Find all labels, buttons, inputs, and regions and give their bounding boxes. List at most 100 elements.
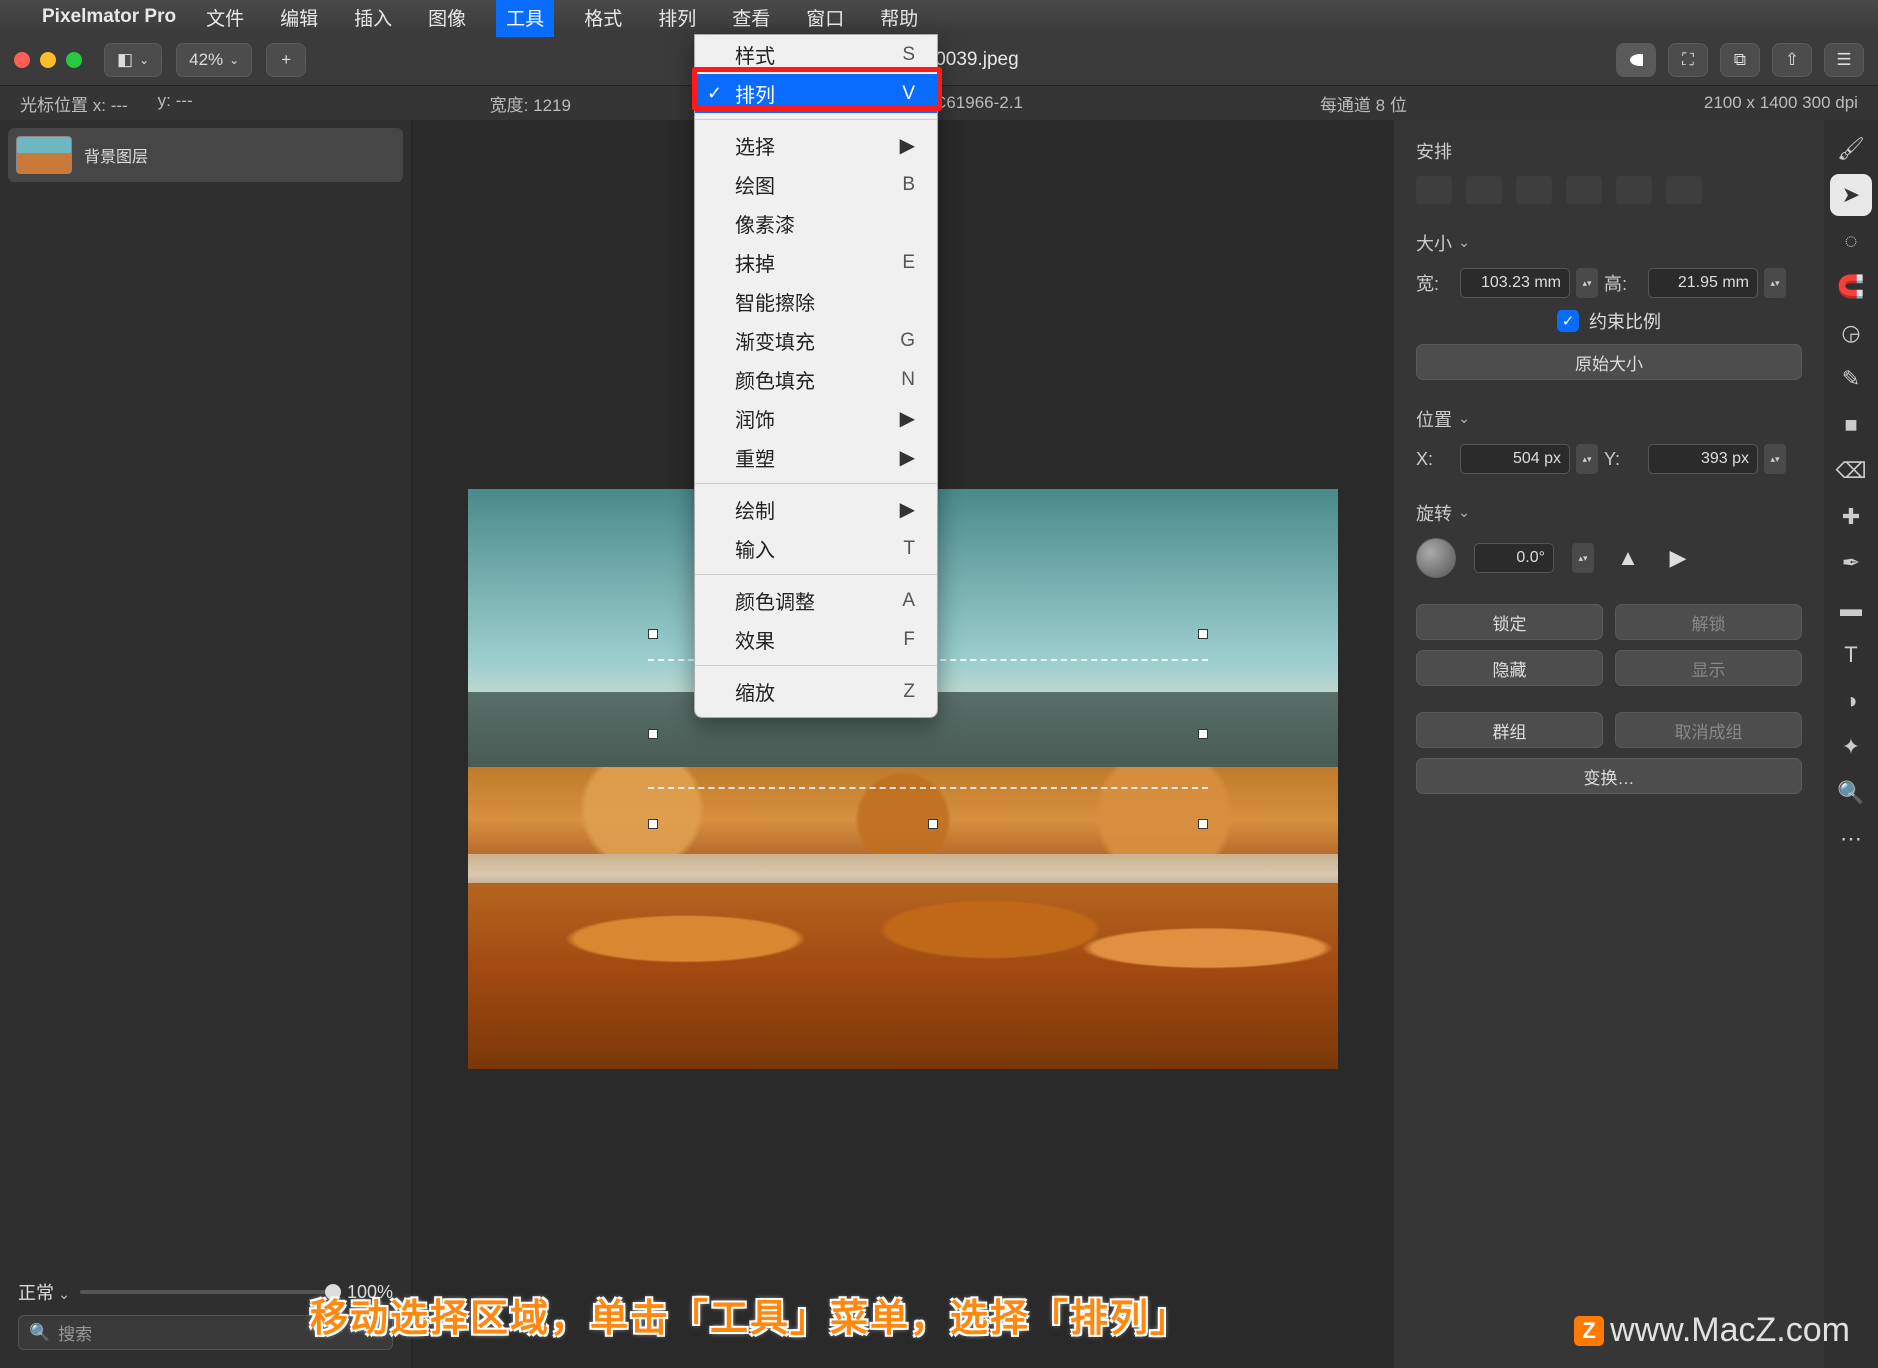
rotate-title[interactable]: 旋转 — [1416, 500, 1802, 526]
handle-top-right[interactable] — [1198, 629, 1208, 639]
dropdown-item-像素漆[interactable]: 像素漆 — [695, 204, 937, 243]
handle-mid-left[interactable] — [648, 729, 658, 739]
menu-insert[interactable]: 插入 — [348, 0, 398, 35]
flip-vertical-icon[interactable]: ▶ — [1662, 544, 1694, 572]
width-field[interactable]: 103.23 mm — [1460, 268, 1570, 298]
y-stepper[interactable]: ▴▾ — [1764, 444, 1786, 474]
dropdown-item-颜色填充[interactable]: 颜色填充N — [695, 360, 937, 399]
cursor-x-value: --- — [111, 96, 128, 115]
ungroup-button[interactable]: 取消成组 — [1615, 712, 1802, 748]
heal-tool-icon[interactable]: ✚ — [1830, 496, 1872, 538]
align-center-button[interactable] — [1466, 176, 1502, 204]
menu-view[interactable]: 查看 — [726, 0, 776, 35]
width-stepper[interactable]: ▴▾ — [1576, 268, 1598, 298]
handle-bot-mid[interactable] — [928, 819, 938, 829]
align-right-button[interactable] — [1516, 176, 1552, 204]
settings-button[interactable]: ☰ — [1824, 43, 1864, 77]
dropdown-item-颜色调整[interactable]: 颜色调整A — [695, 581, 937, 620]
dropdown-item-渐变填充[interactable]: 渐变填充G — [695, 321, 937, 360]
zoom-tool-icon[interactable]: 🔍 — [1830, 772, 1872, 814]
rotation-knob[interactable] — [1416, 538, 1456, 578]
constrain-checkbox[interactable]: ✓ — [1557, 310, 1579, 332]
angle-field[interactable]: 0.0° — [1474, 543, 1554, 573]
fill-tool-icon[interactable]: ■ — [1830, 404, 1872, 446]
dropdown-item-缩放[interactable]: 缩放Z — [695, 672, 937, 711]
height-field[interactable]: 21.95 mm — [1648, 268, 1758, 298]
text-tool-icon[interactable]: T — [1830, 634, 1872, 676]
size-title[interactable]: 大小 — [1416, 230, 1802, 256]
position-title[interactable]: 位置 — [1416, 406, 1802, 432]
x-stepper[interactable]: ▴▾ — [1576, 444, 1598, 474]
menu-tools[interactable]: 工具 — [496, 0, 554, 37]
crop-button[interactable]: ⛶ — [1668, 43, 1708, 77]
styles-tool-icon[interactable]: 🖌 — [1830, 128, 1872, 170]
zoom-dropdown[interactable]: 42%⌄ — [176, 43, 252, 77]
opacity-slider[interactable] — [80, 1290, 337, 1294]
dropdown-item-绘制[interactable]: 绘制▶ — [695, 490, 937, 529]
add-button[interactable]: + — [266, 43, 306, 77]
group-button[interactable]: 群组 — [1416, 712, 1603, 748]
dropdown-item-样式[interactable]: 样式S — [695, 35, 937, 74]
dropdown-item-智能擦除[interactable]: 智能擦除 — [695, 282, 937, 321]
dropdown-item-输入[interactable]: 输入T — [695, 529, 937, 568]
layer-row[interactable]: 背景图层 — [8, 128, 403, 182]
color-adjust-tool-icon[interactable]: ◑ — [1830, 680, 1872, 722]
dropdown-item-抹掉[interactable]: 抹掉E — [695, 243, 937, 282]
more-tools-icon[interactable]: ⋯ — [1830, 818, 1872, 860]
unlock-button[interactable]: 解锁 — [1615, 604, 1802, 640]
align-left-button[interactable] — [1416, 176, 1452, 204]
shape-tool-icon[interactable]: ▬ — [1830, 588, 1872, 630]
handle-mid-right[interactable] — [1198, 729, 1208, 739]
dropdown-label: 颜色调整 — [735, 586, 815, 615]
handle-top-left[interactable] — [648, 629, 658, 639]
height-stepper[interactable]: ▴▾ — [1764, 268, 1786, 298]
menu-arrange[interactable]: 排列 — [652, 0, 702, 35]
angle-stepper[interactable]: ▴▾ — [1572, 543, 1594, 573]
minimize-window-icon[interactable] — [40, 52, 56, 68]
dropdown-label: 输入 — [735, 534, 775, 563]
duplicate-button[interactable]: ⧉ — [1720, 43, 1760, 77]
lock-button[interactable]: 锁定 — [1416, 604, 1603, 640]
effects-tool-icon[interactable]: ✦ — [1830, 726, 1872, 768]
align-middle-button[interactable] — [1616, 176, 1652, 204]
dropdown-item-效果[interactable]: 效果F — [695, 620, 937, 659]
color-picker-button[interactable] — [1616, 43, 1656, 77]
menu-file[interactable]: 文件 — [200, 0, 250, 35]
dropdown-item-润饰[interactable]: 润饰▶ — [695, 399, 937, 438]
handle-bot-right[interactable] — [1198, 819, 1208, 829]
pen-tool-icon[interactable]: ✒ — [1830, 542, 1872, 584]
menu-edit[interactable]: 编辑 — [274, 0, 324, 35]
x-field[interactable]: 504 px — [1460, 444, 1570, 474]
menu-format[interactable]: 格式 — [578, 0, 628, 35]
erase-tool-icon[interactable]: ⌫ — [1830, 450, 1872, 492]
y-field[interactable]: 393 px — [1648, 444, 1758, 474]
dropdown-item-排列[interactable]: ✓排列V — [695, 74, 937, 113]
selection-tool-icon[interactable]: ◌ — [1830, 220, 1872, 262]
share-button[interactable]: ⇧ — [1772, 43, 1812, 77]
blend-mode-dropdown[interactable]: 正常 — [18, 1279, 70, 1305]
sidebar-toggle-button[interactable]: ◧ ⌄ — [104, 43, 162, 77]
quickselect-tool-icon[interactable]: ◶ — [1830, 312, 1872, 354]
brush-tool-icon[interactable]: ✎ — [1830, 358, 1872, 400]
zoom-window-icon[interactable] — [66, 52, 82, 68]
arrange-tool-icon[interactable]: ➤ — [1830, 174, 1872, 216]
dropdown-item-重塑[interactable]: 重塑▶ — [695, 438, 937, 477]
transform-button[interactable]: 变换… — [1416, 758, 1802, 794]
dropdown-item-绘图[interactable]: 绘图B — [695, 165, 937, 204]
menu-help[interactable]: 帮助 — [874, 0, 924, 35]
constrain-label: 约束比例 — [1589, 308, 1661, 334]
show-button[interactable]: 显示 — [1615, 650, 1802, 686]
original-size-button[interactable]: 原始大小 — [1416, 344, 1802, 380]
magnetic-tool-icon[interactable]: 🧲 — [1830, 266, 1872, 308]
hide-button[interactable]: 隐藏 — [1416, 650, 1603, 686]
align-bottom-button[interactable] — [1666, 176, 1702, 204]
handle-bot-left[interactable] — [648, 819, 658, 829]
flip-horizontal-icon[interactable]: ▲ — [1612, 544, 1644, 572]
document-title: 5330039.jpeg — [320, 49, 1602, 71]
dropdown-separator — [695, 574, 937, 575]
close-window-icon[interactable] — [14, 52, 30, 68]
menu-window[interactable]: 窗口 — [800, 0, 850, 35]
menu-image[interactable]: 图像 — [422, 0, 472, 35]
dropdown-item-选择[interactable]: 选择▶ — [695, 126, 937, 165]
align-top-button[interactable] — [1566, 176, 1602, 204]
